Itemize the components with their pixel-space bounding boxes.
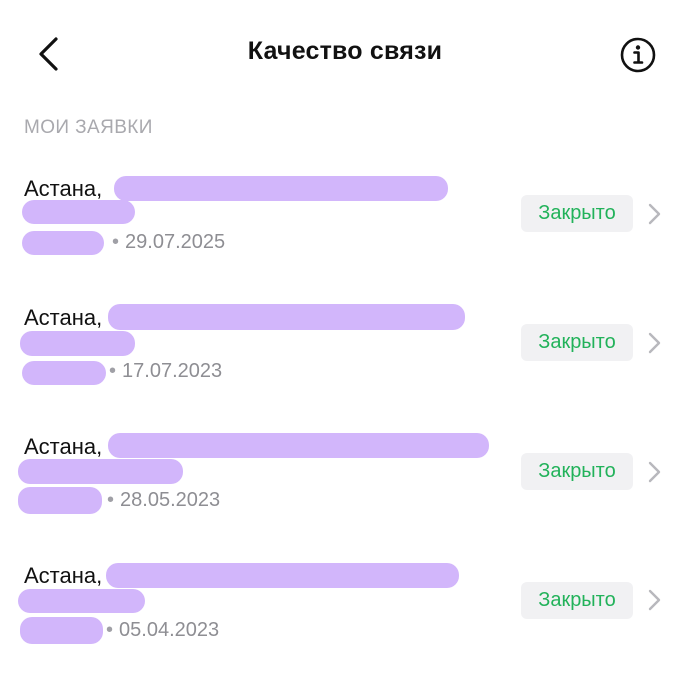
redacted-address [108,304,465,330]
chevron-right-icon [648,589,661,611]
request-date: 05.04.2023 [119,619,220,641]
request-item[interactable]: Астана, • 29.07.2025 Закрыто [0,172,690,292]
request-date: 28.05.2023 [120,489,221,511]
separator-dot-icon: • [109,360,117,382]
status-badge: Закрыто [521,582,633,619]
status-badge: Закрыто [521,195,633,232]
redacted-address [114,176,448,201]
separator-dot-icon: • [112,231,120,253]
request-date-line: • 29.07.2025 [112,231,225,254]
request-date-line: • 05.04.2023 [106,619,219,642]
request-city: Астана, [24,434,103,459]
request-city: Астана, [24,176,103,201]
chevron-right-icon [648,332,661,354]
status-badge: Закрыто [521,324,633,361]
redacted-address [22,200,135,224]
separator-dot-icon: • [107,489,115,511]
separator-dot-icon: • [106,619,114,641]
redacted-id [18,487,102,514]
request-date-line: • 28.05.2023 [107,489,220,512]
status-badge: Закрыто [521,453,633,490]
section-label: МОИ ЗАЯВКИ [24,117,153,138]
redacted-id [22,361,106,385]
request-item[interactable]: Астана, • 17.07.2023 Закрыто [0,301,690,421]
header: Качество связи [0,0,690,108]
request-date-line: • 17.07.2023 [109,360,222,383]
request-date: 17.07.2023 [122,360,223,382]
redacted-id [20,617,103,644]
redacted-address [108,433,489,458]
chevron-right-icon [648,203,661,225]
info-icon [620,37,656,73]
chevron-right-icon [648,461,661,483]
info-button[interactable] [619,36,657,74]
app-screen: Качество связи МОИ ЗАЯВКИ Астана, • 29.07… [0,0,690,690]
redacted-address [18,589,145,613]
request-city: Астана, [24,563,103,588]
request-city: Астана, [24,305,103,330]
redacted-address [18,459,183,484]
redacted-address [20,331,135,356]
request-date: 29.07.2025 [125,231,226,253]
redacted-address [106,563,459,588]
redacted-id [22,231,104,255]
page-title: Качество связи [247,37,443,65]
request-item[interactable]: Астана, • 28.05.2023 Закрыто [0,430,690,550]
request-item[interactable]: Астана, • 05.04.2023 Закрыто [0,560,690,680]
